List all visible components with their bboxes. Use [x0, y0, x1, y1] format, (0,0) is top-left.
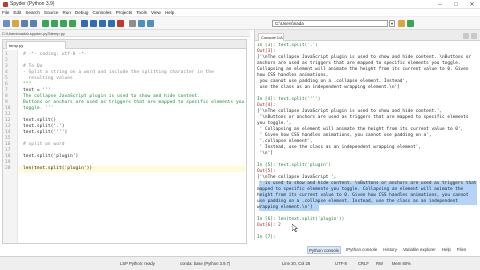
- menu-search[interactable]: Search: [25, 10, 40, 15]
- preferences-icon[interactable]: [138, 20, 145, 27]
- mouse-pointer-icon: [292, 224, 298, 232]
- code-line: toggle. ''': [23, 106, 54, 111]
- cursor-position: Line 20, Col 26: [282, 261, 311, 266]
- pane-tab-variable-explorer[interactable]: Variable explorer: [402, 246, 437, 254]
- pane-tab-files[interactable]: Files: [456, 246, 467, 254]
- minimize-button[interactable]: –: [432, 0, 448, 9]
- console-text-line: use the class as an independent wrapping…: [257, 85, 400, 90]
- parent-dir-icon[interactable]: [407, 20, 414, 27]
- ipython-console-pane: Console 1/A In [3]: text.split('.') Out[3…: [254, 30, 480, 240]
- chevron-down-icon[interactable]: ▾: [389, 20, 395, 27]
- menu-bar: File Edit Search Source Run Debug Consol…: [0, 9, 480, 17]
- editor-file-path: C:\Users\nada\.spyder-py3\temp.py: [0, 30, 250, 37]
- menu-run[interactable]: Run: [62, 10, 70, 15]
- title-bar: Spyder (Python 3.9) – □ ✕: [0, 0, 480, 9]
- code-line: text.split(''''): [23, 130, 68, 135]
- pane-tab-help[interactable]: Help: [441, 246, 452, 254]
- close-button[interactable]: ✕: [464, 0, 480, 9]
- maximize-pane-icon[interactable]: [129, 20, 136, 27]
- maximize-button[interactable]: □: [448, 0, 464, 9]
- window-title: Spyder (Python 3.9): [10, 1, 55, 7]
- menu-projects[interactable]: Projects: [116, 10, 133, 15]
- run-icon[interactable]: [42, 20, 49, 27]
- console-text-line: wrapping element.\n']: [257, 205, 313, 210]
- menu-source[interactable]: Source: [44, 10, 59, 15]
- menu-file[interactable]: File: [2, 10, 9, 15]
- save-icon[interactable]: [21, 20, 28, 27]
- console-text-line: ' Instead, use the class as an independe…: [257, 145, 421, 150]
- browse-folder-icon[interactable]: [398, 20, 405, 27]
- lsp-status: LSP Python: ready: [120, 261, 155, 266]
- menu-view[interactable]: View: [151, 10, 161, 15]
- console-input-line: In [7]:: [257, 235, 276, 240]
- path-buttons: [398, 20, 416, 27]
- window-controls: – □ ✕: [432, 0, 480, 9]
- code-line: Buttons or anchors are used as triggers …: [23, 100, 245, 105]
- editor-pane: temp.py 1 # -*- coding: utf-8 -*- 2 3 # To D…: [2, 39, 247, 244]
- step-return-icon[interactable]: [108, 20, 115, 27]
- code-line: # split on word: [23, 142, 65, 147]
- conda-status: conda: base (Python 3.9.7): [180, 261, 231, 266]
- spyder-app-icon: [3, 1, 8, 7]
- open-file-icon[interactable]: [12, 20, 19, 27]
- stop-debug-icon[interactable]: [117, 20, 124, 27]
- console-text-line: '\n']: [257, 151, 273, 156]
- status-bar: LSP Python: ready conda: base (Python 3.…: [0, 256, 480, 270]
- menu-help[interactable]: Help: [165, 10, 174, 15]
- editor-tab-temp[interactable]: temp.py: [6, 41, 66, 49]
- pane-tab-python-console[interactable]: Python console: [307, 246, 342, 254]
- console-toolbar: [461, 33, 477, 39]
- encoding-status: UTF-8: [335, 261, 347, 266]
- console-options-icon[interactable]: [471, 33, 477, 39]
- debug-icon[interactable]: [81, 20, 88, 27]
- step-icon[interactable]: [90, 20, 97, 27]
- console-output-prompt: Out[6]: 2: [257, 223, 281, 228]
- editor-tabs: temp.py: [3, 40, 246, 49]
- main-toolbar: C:\Users\nada ▾: [0, 17, 480, 30]
- console-tab[interactable]: Console 1/A: [258, 33, 284, 41]
- console-output[interactable]: In [3]: text.split('.') Out[3]: ['\nThe co…: [257, 43, 479, 240]
- pane-tab-bar: Python console IPython console History Vari…: [307, 246, 471, 254]
- save-all-icon[interactable]: [30, 20, 37, 27]
- menu-tools[interactable]: Tools: [136, 10, 147, 15]
- pane-tab-ipython-console[interactable]: IPython console: [345, 246, 378, 254]
- new-file-icon[interactable]: [3, 20, 10, 27]
- console-tabs: Console 1/A: [255, 30, 480, 41]
- step-into-icon[interactable]: [99, 20, 106, 27]
- run-selection-icon[interactable]: [69, 20, 76, 27]
- line-number: 20: [5, 166, 11, 171]
- code-line: text.split('plugin'): [23, 154, 79, 159]
- pane-tab-history[interactable]: History: [382, 246, 398, 254]
- rw-status: RW: [376, 261, 383, 266]
- code-line: len(text.split('plugin')): [23, 166, 93, 171]
- menu-edit[interactable]: Edit: [13, 10, 21, 15]
- working-directory-input[interactable]: C:\Users\nada: [272, 20, 388, 27]
- menu-consoles[interactable]: Consoles: [92, 10, 111, 15]
- run-cell-advance-icon[interactable]: [60, 20, 67, 27]
- run-cell-icon[interactable]: [51, 20, 58, 27]
- code-area[interactable]: 1 # -*- coding: utf-8 -*- 2 3 # To Do 4- Spli…: [3, 50, 246, 243]
- code-line: # -*- coding: utf-8 -*-: [23, 52, 87, 57]
- menu-debug[interactable]: Debug: [75, 10, 89, 15]
- python-path-icon[interactable]: [147, 20, 154, 27]
- memory-status: Mem 60%: [392, 261, 411, 266]
- stop-kernel-icon[interactable]: [463, 33, 469, 39]
- eol-status: CRLF: [358, 261, 369, 266]
